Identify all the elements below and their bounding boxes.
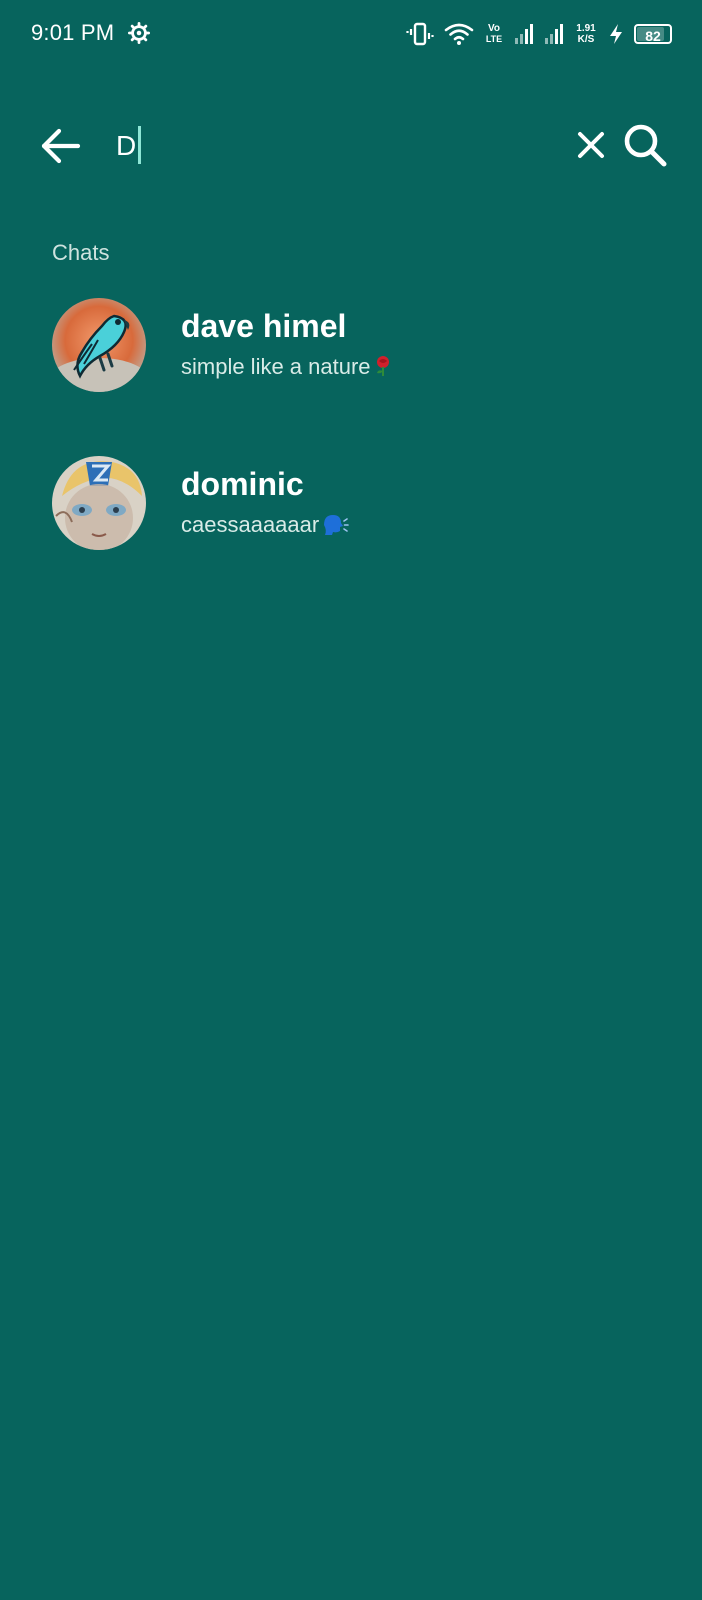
- clear-icon[interactable]: [574, 128, 608, 162]
- avatar[interactable]: [52, 298, 146, 392]
- section-label-chats: Chats: [52, 240, 110, 265]
- vibrate-icon: [406, 22, 434, 46]
- chat-name: dave himel: [181, 308, 347, 344]
- status-time: 9:01 PM: [31, 20, 115, 45]
- back-arrow-icon[interactable]: [38, 124, 82, 168]
- gear-icon: [128, 22, 150, 44]
- speed-unit: K/S: [577, 34, 595, 45]
- volte-indicator: Vo LTE: [484, 23, 504, 45]
- search-bar: [0, 110, 702, 180]
- signal-icon: [515, 24, 533, 44]
- parrot-avatar-image: [52, 298, 146, 392]
- battery-icon: 82: [634, 24, 672, 44]
- speed-value: 1.91: [576, 23, 596, 34]
- chat-last-message: caessaaaaaar: [181, 512, 350, 538]
- search-icon[interactable]: [622, 122, 668, 168]
- search-input[interactable]: [116, 124, 536, 168]
- status-icons: Vo LTE 1.91 K/S 82: [406, 18, 672, 50]
- chat-last-message: simple like a nature: [181, 354, 393, 380]
- volte-top-label: Vo: [487, 23, 501, 34]
- network-speed: 1.91 K/S: [574, 23, 598, 45]
- chat-message-text: caessaaaaaar: [181, 512, 320, 537]
- chat-name: dominic: [181, 466, 304, 502]
- volte-bottom-label: LTE: [485, 34, 503, 44]
- wifi-icon: [444, 23, 474, 45]
- battery-level: 82: [645, 28, 661, 44]
- avatar[interactable]: [52, 456, 146, 550]
- text-cursor: [138, 126, 141, 164]
- signal-icon: [545, 24, 563, 44]
- chat-result-row[interactable]: dominic caessaaaaaar: [0, 456, 702, 586]
- portrait-avatar-image: [52, 456, 146, 550]
- rose-emoji-icon: [376, 356, 389, 376]
- speaking-head-emoji-icon: [324, 515, 350, 535]
- status-bar: 9:01 PM Vo LTE 1.91 K/S 82: [0, 0, 702, 72]
- chat-result-row[interactable]: dave himel simple like a nature: [0, 298, 702, 428]
- charging-icon: [610, 24, 622, 44]
- chat-message-text: simple like a nature: [181, 354, 371, 379]
